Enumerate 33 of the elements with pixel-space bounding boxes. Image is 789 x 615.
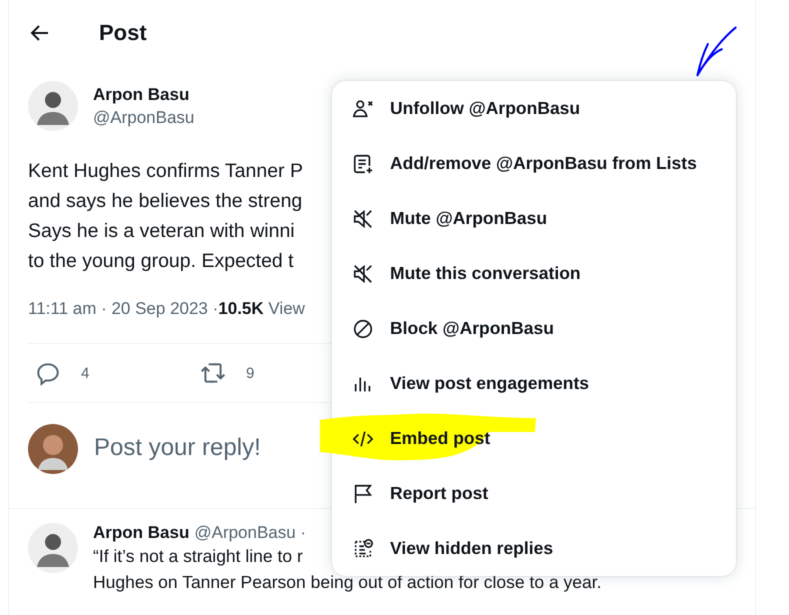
avatar-silhouette <box>28 424 78 474</box>
list-add-icon <box>352 152 374 174</box>
post-text-line: and says he believes the streng <box>28 189 302 214</box>
post-text-line: to the young group. Expected t <box>28 249 294 274</box>
post-text-line: Says he is a veteran with winni <box>28 219 295 244</box>
reply-author-name[interactable]: Arpon Basu <box>93 523 190 543</box>
menu-item[interactable]: Add/remove @ArponBasu from Lists <box>332 136 736 191</box>
post-timestamp[interactable]: 11:11 am · 20 Sep 2023 · <box>28 299 218 319</box>
views-label: View <box>267 299 305 319</box>
author-name[interactable]: Arpon Basu <box>93 84 194 104</box>
author-handle[interactable]: @ArponBasu <box>93 108 194 128</box>
reply-input-field[interactable]: Post your reply! <box>94 434 314 462</box>
repost-count: 9 <box>246 364 254 382</box>
menu-item[interactable]: View post engagements <box>332 356 736 411</box>
block-icon <box>352 318 374 340</box>
reply-text-line: “If it’s not a straight line to r <box>93 545 303 568</box>
view-count: 10.5K <box>218 299 264 319</box>
reply-count: 4 <box>81 364 90 382</box>
person-remove-icon <box>352 98 374 120</box>
reply-author-handle[interactable]: @ArponBasu · <box>194 523 306 543</box>
hidden-list-icon <box>352 538 374 560</box>
page-title: Post <box>99 20 147 46</box>
menu-item[interactable]: Mute this conversation <box>332 246 736 301</box>
post-text-line: Kent Hughes confirms Tanner P <box>28 159 303 184</box>
flag-icon <box>352 482 374 504</box>
muted-speaker-icon <box>352 208 374 230</box>
muted-speaker-icon <box>352 262 374 284</box>
avatar-silhouette <box>28 81 78 131</box>
menu-item[interactable]: Mute @ArponBasu <box>332 191 736 246</box>
menu-item[interactable]: Report post <box>332 466 736 521</box>
avatar-silhouette <box>28 523 78 573</box>
menu-item[interactable]: Block @ArponBasu <box>332 301 736 356</box>
menu-item[interactable]: Unfollow @ArponBasu <box>332 81 736 136</box>
